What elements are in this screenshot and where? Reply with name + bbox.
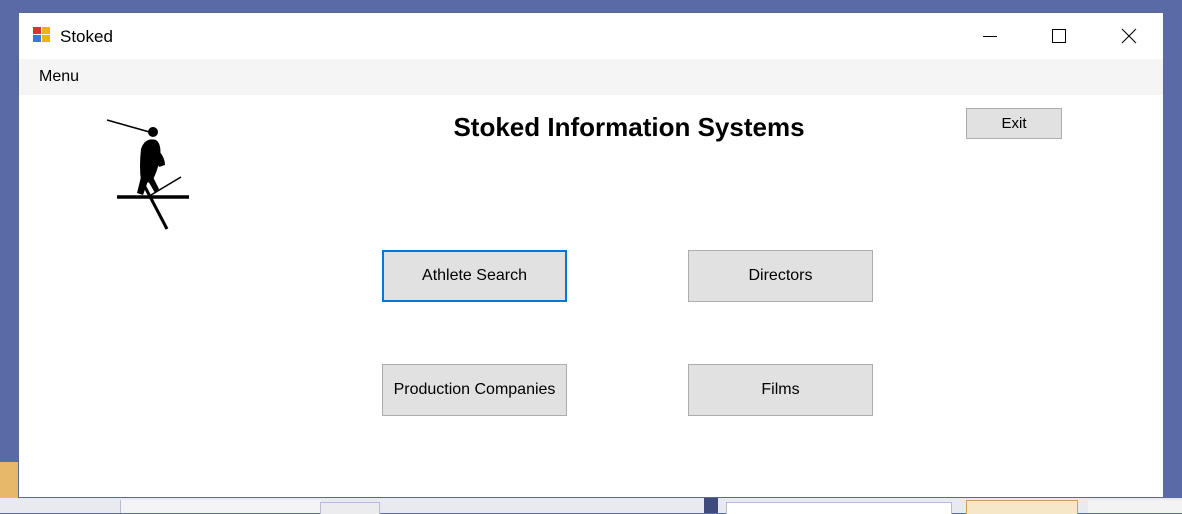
title-bar[interactable]: Stoked bbox=[19, 13, 1163, 59]
background-panel bbox=[726, 502, 952, 514]
production-companies-button[interactable]: Production Companies bbox=[382, 364, 567, 416]
background-panel bbox=[320, 502, 380, 514]
background-divider bbox=[704, 498, 718, 513]
background-panel bbox=[966, 500, 1078, 514]
background-panel bbox=[1088, 500, 1182, 513]
close-icon bbox=[1121, 28, 1137, 44]
films-button[interactable]: Films bbox=[688, 364, 873, 416]
background-panel bbox=[120, 500, 321, 513]
menu-item-menu[interactable]: Menu bbox=[39, 68, 79, 86]
maximize-icon bbox=[1052, 29, 1066, 43]
menu-bar: Menu bbox=[19, 59, 1163, 95]
close-button[interactable] bbox=[1094, 13, 1164, 59]
exit-button[interactable]: Exit bbox=[966, 108, 1062, 139]
maximize-button[interactable] bbox=[1024, 13, 1094, 59]
background-window-edge bbox=[0, 462, 18, 498]
app-window-icon bbox=[33, 27, 51, 43]
directors-button[interactable]: Directors bbox=[688, 250, 873, 302]
minimize-button[interactable] bbox=[955, 13, 1025, 59]
skier-silhouette-icon bbox=[106, 119, 189, 230]
page-title: Stoked Information Systems bbox=[453, 112, 805, 142]
minimize-icon bbox=[983, 36, 997, 37]
athlete-search-button[interactable]: Athlete Search bbox=[382, 250, 567, 302]
stoked-main-window: Stoked Menu Stoked Information Systems E… bbox=[18, 12, 1164, 498]
window-title: Stoked bbox=[60, 27, 113, 46]
